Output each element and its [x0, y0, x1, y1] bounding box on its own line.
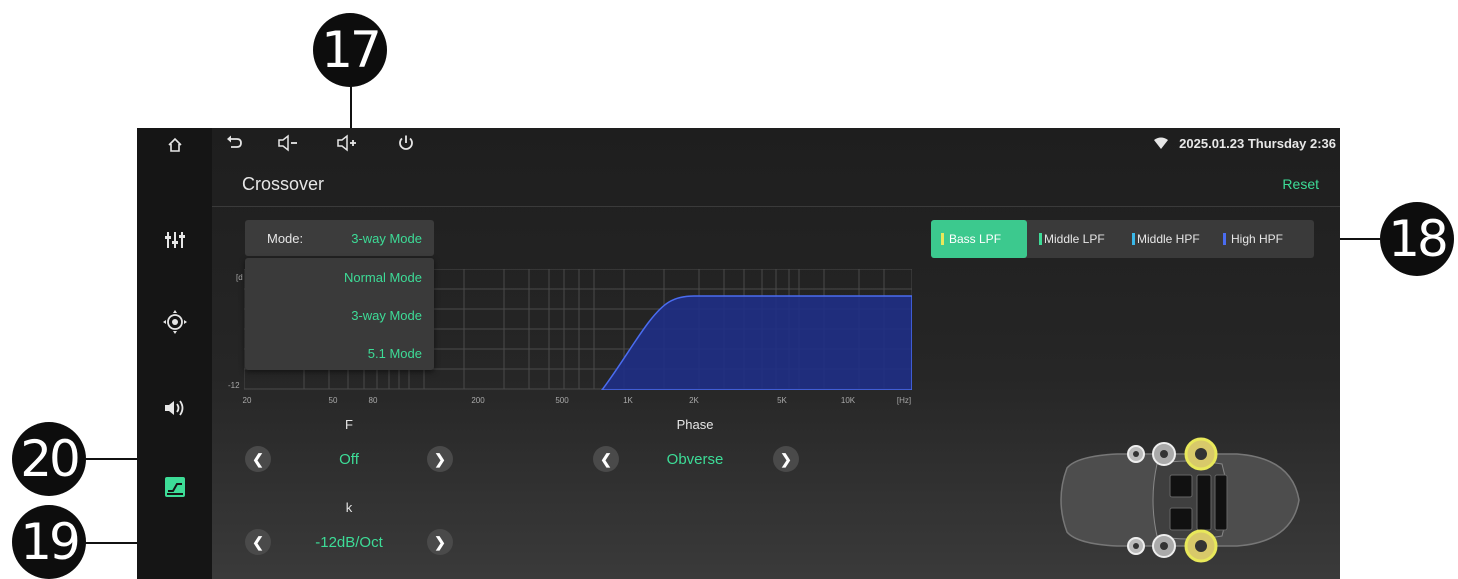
- reset-button[interactable]: Reset: [1282, 176, 1319, 192]
- k-value: -12dB/Oct: [315, 534, 383, 551]
- mode-option-3way[interactable]: 3-way Mode: [351, 308, 422, 323]
- x-tick-5k: 5K: [777, 396, 787, 405]
- k-decrease-button[interactable]: ❮: [245, 529, 271, 555]
- equalizer-icon[interactable]: [137, 220, 212, 260]
- middle-hpf-color-bar: [1132, 233, 1135, 245]
- x-tick-2k: 2K: [689, 396, 699, 405]
- x-tick-50: 50: [328, 396, 338, 405]
- tab-middle-lpf-label: Middle LPF: [1044, 232, 1105, 246]
- tab-middle-hpf-label: Middle HPF: [1137, 232, 1200, 246]
- phase-label: Phase: [676, 417, 714, 432]
- phase-increase-button[interactable]: ❯: [773, 446, 799, 472]
- mode-option-5-1[interactable]: 5.1 Mode: [368, 346, 422, 361]
- tab-high-hpf[interactable]: High HPF: [1223, 220, 1283, 258]
- filter-tabs: Bass LPF Middle LPF Middle HPF High HPF: [931, 220, 1314, 258]
- back-icon[interactable]: [225, 134, 247, 154]
- callout-20: 20: [12, 422, 86, 496]
- x-tick-10k: 10K: [840, 396, 856, 405]
- x-tick-hz: [Hz]: [896, 396, 912, 405]
- manual-figure: 17 18 20 19 2025.01.23 Thursday 2:36 Cro…: [0, 0, 1458, 579]
- tab-bass-lpf-label: Bass LPF: [949, 232, 1002, 246]
- sidebar: [137, 128, 212, 579]
- f-label: F: [345, 417, 353, 432]
- page-title: Crossover: [242, 174, 325, 194]
- x-tick-80: 80: [368, 396, 378, 405]
- k-increase-button[interactable]: ❯: [427, 529, 453, 555]
- mode-dropdown: Normal Mode 3-way Mode 5.1 Mode: [245, 258, 434, 370]
- k-label: k: [345, 500, 353, 515]
- bass-lpf-color-bar: [941, 233, 944, 245]
- mode-value: 3-way Mode: [351, 230, 422, 246]
- car-speaker-diagram: [1047, 428, 1307, 573]
- sound-field-icon[interactable]: [137, 302, 212, 342]
- mode-option-normal[interactable]: Normal Mode: [344, 270, 422, 285]
- tab-middle-lpf[interactable]: Middle LPF: [1039, 220, 1105, 258]
- phase-value: Obverse: [666, 451, 724, 468]
- mode-label: Mode:: [267, 230, 304, 246]
- y-axis-top-label: [d: [236, 273, 243, 282]
- mode-selector[interactable]: Mode: 3-way Mode: [245, 220, 434, 256]
- home-icon[interactable]: [137, 128, 212, 162]
- f-value: Off: [339, 451, 359, 468]
- middle-lpf-color-bar: [1039, 233, 1042, 245]
- x-tick-200: 200: [471, 396, 485, 405]
- x-tick-20: 20: [242, 396, 252, 405]
- x-tick-500: 500: [555, 396, 569, 405]
- wifi-icon: [1154, 136, 1168, 154]
- tab-high-hpf-label: High HPF: [1231, 232, 1284, 246]
- volume-icon[interactable]: [137, 388, 212, 428]
- x-tick-1k: 1K: [623, 396, 633, 405]
- crossover-icon[interactable]: [137, 467, 212, 507]
- bass-lpf-curve: [601, 295, 912, 390]
- car-top-view: [1060, 437, 1300, 563]
- callout-19: 19: [12, 505, 86, 579]
- head-unit-screen: 2025.01.23 Thursday 2:36 Crossover Reset: [137, 128, 1340, 579]
- tab-middle-hpf[interactable]: Middle HPF: [1132, 220, 1200, 258]
- callout-18: 18: [1380, 202, 1454, 276]
- phase-decrease-button[interactable]: ❮: [593, 446, 619, 472]
- volume-down-icon[interactable]: [278, 134, 300, 154]
- f-increase-button[interactable]: ❯: [427, 446, 453, 472]
- volume-up-icon[interactable]: [337, 134, 359, 154]
- callout-17: 17: [313, 13, 387, 87]
- power-icon[interactable]: [397, 134, 419, 154]
- tab-bass-lpf[interactable]: Bass LPF: [931, 220, 1027, 258]
- high-hpf-color-bar: [1223, 233, 1226, 245]
- f-decrease-button[interactable]: ❮: [245, 446, 271, 472]
- status-datetime: 2025.01.23 Thursday 2:36: [1179, 136, 1336, 151]
- header-divider: [212, 206, 1340, 207]
- status-bar: 2025.01.23 Thursday 2:36: [212, 128, 1340, 160]
- y-axis-bottom-label: -12: [228, 381, 240, 390]
